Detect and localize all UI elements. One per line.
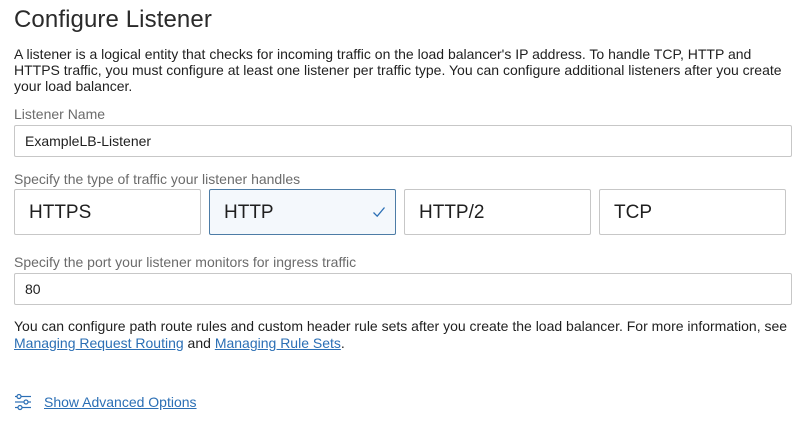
managing-rule-sets-link[interactable]: Managing Rule Sets — [215, 335, 341, 351]
port-field[interactable] — [14, 273, 792, 305]
traffic-option-http2[interactable]: HTTP/2 — [404, 189, 591, 235]
note-text: . — [340, 335, 345, 351]
port-label: Specify the port your listener monitors … — [14, 254, 357, 270]
listener-name-label: Listener Name — [14, 106, 106, 122]
sliders-icon — [15, 393, 31, 411]
traffic-option-label: HTTPS — [29, 202, 92, 223]
traffic-option-label: HTTP — [224, 202, 274, 223]
traffic-option-label: TCP — [614, 202, 652, 223]
traffic-option-tcp[interactable]: TCP — [599, 189, 786, 235]
traffic-option-http[interactable]: HTTP — [209, 189, 396, 235]
managing-request-routing-link[interactable]: Managing Request Routing — [14, 335, 184, 351]
traffic-type-label: Specify the type of traffic your listene… — [14, 171, 301, 187]
checkmark-icon — [373, 207, 385, 218]
traffic-option-label: HTTP/2 — [419, 202, 485, 223]
routing-note: You can configure path route rules and c… — [14, 318, 804, 352]
show-advanced-options-link[interactable]: Show Advanced Options — [44, 394, 197, 410]
traffic-option-https[interactable]: HTTPS — [14, 189, 201, 235]
intro-text: A listener is a logical entity that chec… — [14, 46, 782, 94]
advanced-options-toggle[interactable]: Show Advanced Options — [14, 392, 197, 412]
page-title: Configure Listener — [14, 6, 212, 33]
note-text: You can configure path route rules and c… — [14, 318, 788, 334]
listener-name-field[interactable] — [14, 125, 792, 157]
note-text: and — [183, 335, 215, 351]
traffic-type-selector: HTTPS HTTP HTTP/2 TCP — [14, 189, 794, 235]
